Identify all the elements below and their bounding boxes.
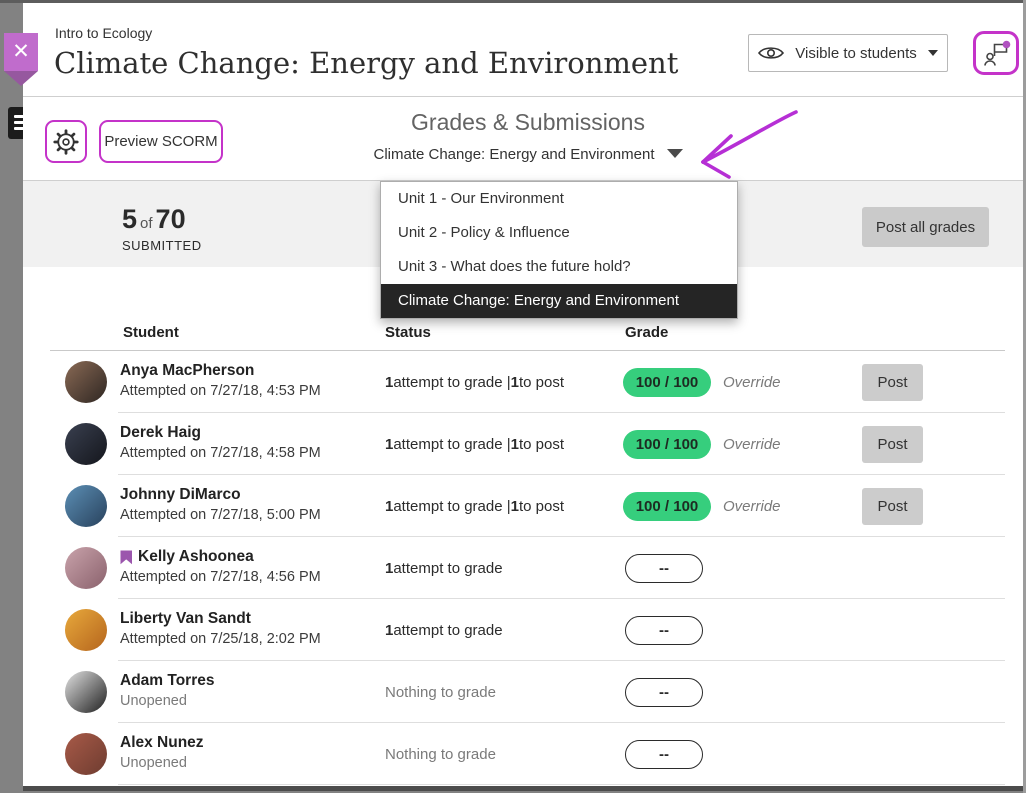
student-name: Kelly Ashoonea	[138, 548, 254, 566]
page-title: Climate Change: Energy and Environment	[54, 46, 678, 80]
status-cell: 1 attempt to grade | 1 to post	[385, 413, 564, 475]
override-label: Override	[723, 413, 781, 475]
override-label: Override	[723, 475, 781, 537]
student-name: Johnny DiMarco	[120, 486, 241, 504]
person-flag-icon	[981, 38, 1011, 68]
status-cell: 1 attempt to grade	[385, 537, 503, 599]
student-name: Derek Haig	[120, 424, 201, 442]
student-cell: Anya MacPherson Attempted on 7/27/18, 4:…	[120, 362, 321, 399]
student-detail: Attempted on 7/27/18, 4:58 PM	[120, 445, 321, 461]
student-name: Adam Torres	[120, 672, 214, 690]
student-detail: Unopened	[120, 693, 214, 709]
main-panel: Intro to Ecology Climate Change: Energy …	[23, 3, 1023, 789]
column-header-student: Student	[123, 324, 179, 341]
student-cell: Johnny DiMarco Attempted on 7/27/18, 5:0…	[120, 486, 321, 523]
student-preview-button[interactable]	[973, 31, 1019, 75]
status-cell: Nothing to grade	[385, 723, 496, 785]
submitted-caption: SUBMITTED	[122, 238, 202, 253]
student-flag-icon	[120, 550, 133, 565]
avatar	[65, 671, 107, 713]
window-bottom-border	[23, 786, 1023, 791]
avatar	[65, 609, 107, 651]
column-header-status: Status	[385, 324, 431, 341]
student-detail: Attempted on 7/25/18, 2:02 PM	[120, 631, 321, 647]
column-header-grade: Grade	[625, 324, 668, 341]
override-label: Override	[723, 351, 781, 413]
avatar	[65, 547, 107, 589]
student-cell: Kelly Ashoonea Attempted on 7/27/18, 4:5…	[120, 548, 321, 585]
dropdown-item[interactable]: Climate Change: Energy and Environment	[381, 284, 737, 318]
empty-grade-pill[interactable]: --	[625, 678, 703, 707]
avatar	[65, 423, 107, 465]
student-cell: Adam Torres Unopened	[120, 672, 214, 709]
grade-pill[interactable]: 100 / 100	[623, 368, 711, 397]
content-selector-dropdown[interactable]: Climate Change: Energy and Environment	[23, 146, 1026, 164]
avatar	[65, 361, 107, 403]
empty-grade-pill[interactable]: --	[625, 740, 703, 769]
student-name: Liberty Van Sandt	[120, 610, 251, 628]
post-button[interactable]: Post	[862, 364, 923, 401]
post-button[interactable]: Post	[862, 488, 923, 525]
grades-submissions-title: Grades & Submissions	[23, 109, 1026, 136]
of-label: of	[137, 215, 156, 232]
student-cell: Alex Nunez Unopened	[120, 734, 204, 771]
student-detail: Attempted on 7/27/18, 4:56 PM	[120, 569, 321, 585]
chevron-down-icon	[928, 50, 938, 56]
course-name: Intro to Ecology	[55, 25, 152, 41]
header-divider	[23, 96, 1023, 97]
table-row[interactable]: Liberty Van Sandt Attempted on 7/25/18, …	[23, 599, 1023, 661]
table-row[interactable]: Adam Torres Unopened Nothing to grade --	[23, 661, 1023, 723]
close-button-fold	[4, 71, 38, 86]
dropdown-item[interactable]: Unit 1 - Our Environment	[381, 182, 737, 216]
student-cell: Liberty Van Sandt Attempted on 7/25/18, …	[120, 610, 321, 647]
table-row[interactable]: Anya MacPherson Attempted on 7/27/18, 4:…	[23, 351, 1023, 413]
post-all-grades-button[interactable]: Post all grades	[862, 207, 989, 247]
avatar	[65, 485, 107, 527]
content-dropdown-menu: Unit 1 - Our EnvironmentUnit 2 - Policy …	[380, 181, 738, 319]
student-name: Anya MacPherson	[120, 362, 254, 380]
annotation-arrow	[678, 103, 808, 183]
table-row[interactable]: Alex Nunez Unopened Nothing to grade --	[23, 723, 1023, 785]
submission-stats: 5of70 SUBMITTED	[122, 204, 202, 253]
close-icon[interactable]: ✕	[4, 33, 38, 71]
dropdown-item[interactable]: Unit 2 - Policy & Influence	[381, 216, 737, 250]
table-row[interactable]: Kelly Ashoonea Attempted on 7/27/18, 4:5…	[23, 537, 1023, 599]
avatar	[65, 733, 107, 775]
grade-pill[interactable]: 100 / 100	[623, 492, 711, 521]
status-cell: 1 attempt to grade | 1 to post	[385, 351, 564, 413]
content-selector-label: Climate Change: Energy and Environment	[374, 146, 655, 163]
grade-pill[interactable]: 100 / 100	[623, 430, 711, 459]
student-detail: Attempted on 7/27/18, 4:53 PM	[120, 383, 321, 399]
student-cell: Derek Haig Attempted on 7/27/18, 4:58 PM	[120, 424, 321, 461]
empty-grade-pill[interactable]: --	[625, 616, 703, 645]
window-top-border	[0, 0, 1026, 3]
student-detail: Unopened	[120, 755, 204, 771]
eye-icon	[758, 45, 784, 61]
total-count: 70	[156, 204, 186, 234]
table-row[interactable]: Derek Haig Attempted on 7/27/18, 4:58 PM…	[23, 413, 1023, 475]
dropdown-item[interactable]: Unit 3 - What does the future hold?	[381, 250, 737, 284]
status-cell: Nothing to grade	[385, 661, 496, 723]
student-detail: Attempted on 7/27/18, 5:00 PM	[120, 507, 321, 523]
submitted-count: 5	[122, 204, 137, 234]
student-name: Alex Nunez	[120, 734, 204, 752]
empty-grade-pill[interactable]: --	[625, 554, 703, 583]
table-row[interactable]: Johnny DiMarco Attempted on 7/27/18, 5:0…	[23, 475, 1023, 537]
row-separator	[118, 784, 1005, 785]
grades-table-body: Anya MacPherson Attempted on 7/27/18, 4:…	[23, 351, 1023, 785]
visibility-label: Visible to students	[795, 45, 916, 62]
status-cell: 1 attempt to grade | 1 to post	[385, 475, 564, 537]
post-button[interactable]: Post	[862, 426, 923, 463]
status-cell: 1 attempt to grade	[385, 599, 503, 661]
visibility-dropdown-button[interactable]: Visible to students	[748, 34, 948, 72]
